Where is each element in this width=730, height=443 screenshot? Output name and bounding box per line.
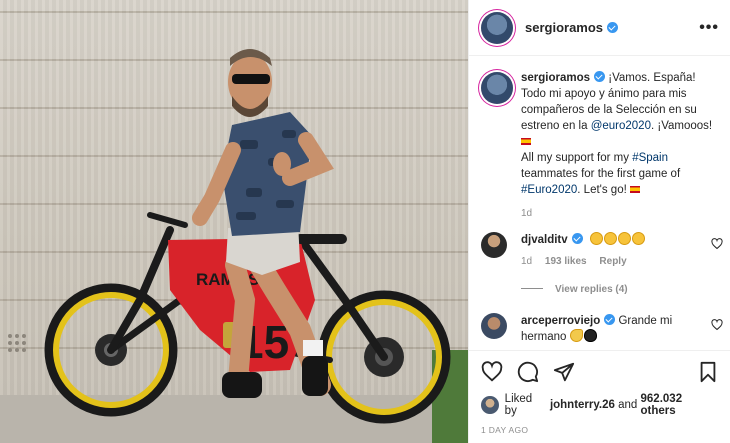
commenter-username[interactable]: arceperroviejo: [521, 315, 600, 327]
caption-hashtag-spain[interactable]: #Spain: [632, 152, 668, 164]
action-icons: [481, 359, 719, 385]
bookmark-icon[interactable]: [697, 361, 719, 383]
caption-text-es-2: . ¡Vamooos!: [650, 120, 713, 132]
heart-icon[interactable]: [481, 361, 503, 383]
wall-vent: [8, 334, 26, 352]
view-replies-button[interactable]: View replies (4): [521, 284, 628, 295]
comment-time: 1d: [521, 256, 533, 267]
verified-icon: [571, 233, 583, 244]
caption-text-en-3: . Let's go!: [577, 184, 627, 196]
liker-avatar[interactable]: [481, 396, 499, 414]
bike-seat: [295, 234, 347, 244]
post-photo-illustration: RAMOS 15: [0, 49, 468, 443]
comment-item: arceperroviejo Grande mi hermano: [481, 313, 723, 345]
commenter-username[interactable]: djvalditv: [521, 234, 568, 246]
comment-icon[interactable]: [517, 361, 539, 383]
commenter-avatar[interactable]: [481, 313, 507, 339]
open-mouth-emoji: [617, 232, 631, 245]
liked-by: Liked by johnterry.26 and 962.032 others: [481, 393, 719, 417]
comment-item: djvalditv 1d 193 likes Reply: [481, 232, 723, 270]
caption-avatar[interactable]: [481, 72, 513, 104]
open-mouth-emoji: [631, 232, 645, 245]
caption-mention[interactable]: @euro2020: [591, 120, 651, 132]
post-actions: Liked by johnterry.26 and 962.032 others…: [469, 350, 730, 443]
caption-time: 1d: [521, 208, 533, 219]
post-photo[interactable]: RAMOS 15: [0, 0, 468, 443]
liked-by-prefix: Liked by: [504, 393, 533, 417]
comment-body: djvalditv 1d 193 likes Reply: [521, 232, 701, 270]
liked-by-middle: and: [618, 399, 638, 411]
caption-text-en-2: teammates for the first game of: [521, 168, 681, 180]
spain-flag-emoji: [521, 138, 531, 145]
caption-hashtag-euro[interactable]: #Euro2020: [521, 184, 577, 196]
verified-icon: [604, 314, 616, 325]
black-heart-emoji: [583, 329, 597, 342]
heart-icon[interactable]: [711, 319, 723, 331]
verified-icon: [594, 71, 606, 82]
open-mouth-emoji: [603, 232, 617, 245]
author-username[interactable]: sergioramos: [525, 20, 603, 35]
liked-by-user[interactable]: johnterry.26: [550, 399, 615, 411]
comment-body: arceperroviejo Grande mi hermano: [521, 313, 701, 345]
post-header: sergioramos •••: [469, 0, 730, 56]
caption-body: sergioramos ¡Vamos. España! Todo mi apoy…: [521, 70, 721, 222]
reply-button[interactable]: Reply: [599, 256, 626, 267]
flexed-biceps-emoji: [569, 329, 583, 342]
commenter-avatar[interactable]: [481, 232, 507, 258]
comment-likes[interactable]: 193 likes: [545, 256, 587, 267]
heart-icon[interactable]: [711, 238, 723, 250]
post-caption: sergioramos ¡Vamos. España! Todo mi apoy…: [481, 70, 721, 222]
verified-icon: [607, 22, 619, 33]
caption-text-en-1: All my support for my: [521, 152, 633, 164]
post-side-panel: sergioramos ••• sergioramos ¡Vamos. Espa…: [468, 0, 730, 443]
post-timestamp: 1 DAY AGO: [481, 425, 529, 435]
comment-meta: 1d 193 likes Reply: [521, 254, 701, 270]
comment-emojis: [589, 232, 646, 246]
caption-username[interactable]: sergioramos: [521, 72, 590, 84]
open-mouth-emoji: [589, 232, 603, 245]
spain-flag-emoji: [630, 186, 640, 193]
author-avatar[interactable]: [481, 11, 513, 44]
more-options-icon[interactable]: •••: [699, 19, 719, 37]
share-icon[interactable]: [553, 361, 575, 383]
liked-by-others[interactable]: 962.032 others: [641, 393, 719, 417]
